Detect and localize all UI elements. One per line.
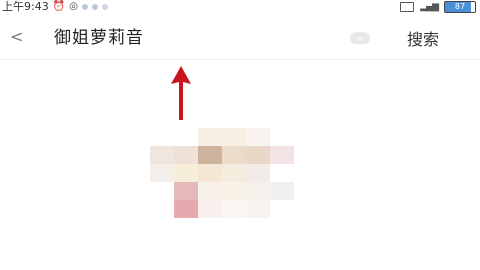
notification-icon: ◎	[69, 1, 78, 12]
mosaic-cell	[222, 182, 246, 200]
signal-icon: ▂▄▆	[420, 2, 439, 12]
mosaic-cell	[222, 146, 246, 164]
mosaic-cell	[174, 146, 198, 164]
mosaic-cell	[222, 128, 246, 146]
mosaic-cell	[174, 182, 198, 200]
back-icon[interactable]: <	[10, 27, 23, 47]
clear-icon[interactable]: ×	[350, 32, 370, 44]
mosaic-cell	[222, 200, 246, 218]
mosaic-cell	[246, 128, 270, 146]
search-bar: < 御姐萝莉音 × 搜索	[0, 17, 480, 60]
mosaic-cell	[198, 128, 222, 146]
mosaic-cell	[198, 200, 222, 218]
status-left: 上午9:43 ⏰ ◎	[2, 0, 108, 14]
notification-dot-icon	[91, 4, 98, 10]
mosaic-cell	[246, 182, 270, 200]
notification-dot-icon	[81, 4, 88, 10]
sim-icon	[400, 2, 415, 12]
notification-dot-icon	[101, 4, 108, 10]
mosaic-cell	[246, 200, 270, 218]
search-input[interactable]: 御姐萝莉音	[54, 27, 144, 49]
status-time: 上午9:43	[2, 0, 49, 13]
mosaic-cell	[198, 182, 222, 200]
battery-icon: 87	[444, 1, 476, 13]
mosaic-cell	[198, 164, 222, 182]
mosaic-cell	[174, 164, 198, 182]
mosaic-cell	[270, 146, 294, 164]
battery-level: 87	[454, 2, 466, 11]
search-button[interactable]: 搜索	[398, 27, 448, 49]
status-bar: 上午9:43 ⏰ ◎ ▂▄▆ 87	[0, 0, 480, 16]
mosaic-cell	[246, 146, 270, 164]
mosaic-cell	[150, 164, 174, 182]
mosaic-cell	[174, 200, 198, 218]
mosaic-cell	[222, 164, 246, 182]
mosaic-cell	[150, 146, 174, 164]
alarm-icon: ⏰	[52, 1, 66, 12]
mosaic-cell	[270, 182, 294, 200]
mosaic-thumbnail	[150, 128, 296, 220]
status-right: ▂▄▆ 87	[400, 0, 476, 14]
mosaic-cell	[246, 164, 270, 182]
mosaic-cell	[198, 146, 222, 164]
